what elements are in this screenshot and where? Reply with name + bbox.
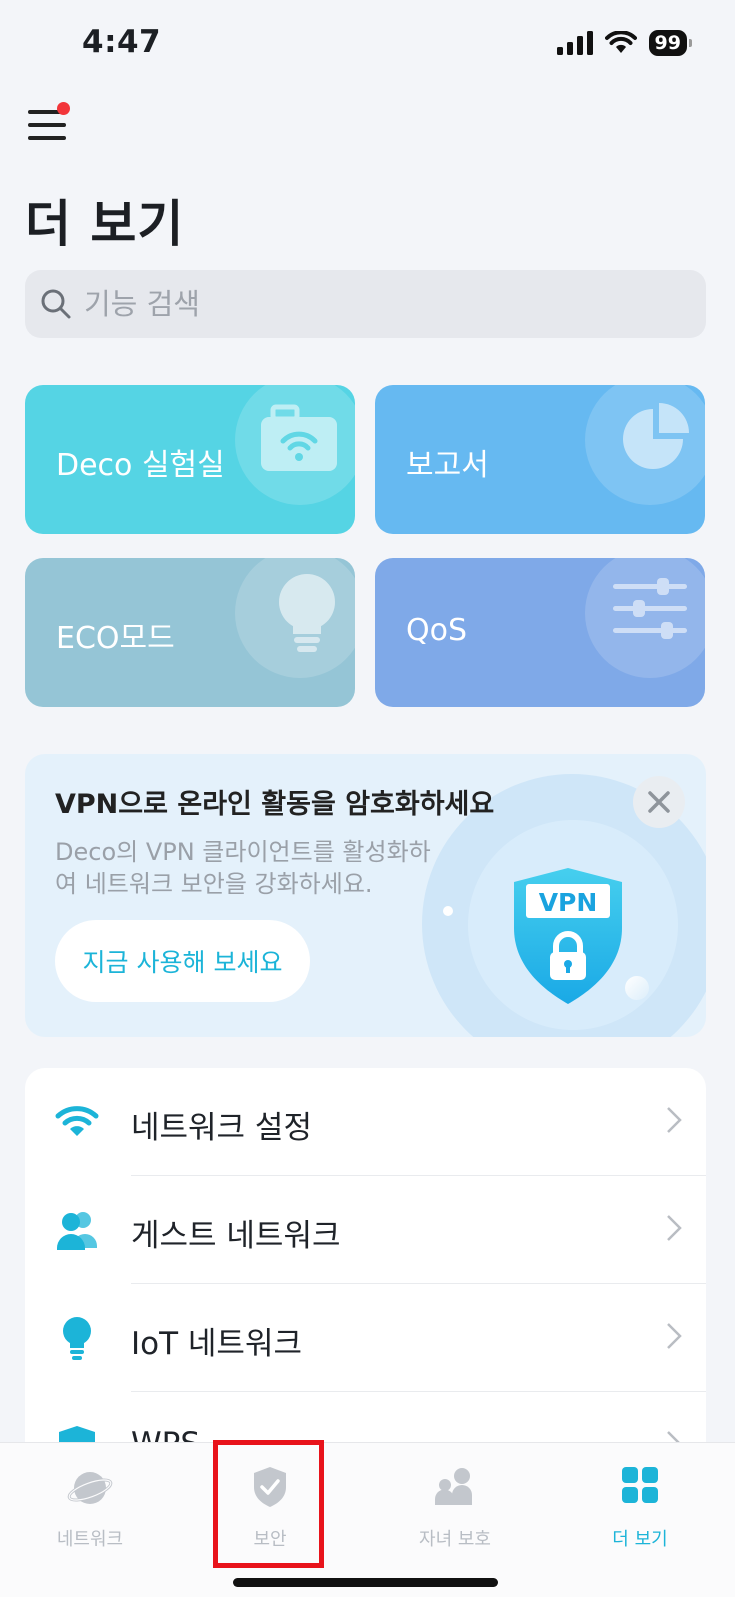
tab-label: 더 보기 — [612, 1529, 668, 1550]
vpn-shield-icon: VPN — [514, 868, 622, 1004]
vpn-description-line: Deco의 VPN 클라이언트를 활성화하 — [55, 838, 431, 866]
list-item-label: 게스트 네트워크 — [131, 1218, 341, 1254]
card-deco-lab[interactable]: Deco 실험실 — [25, 385, 355, 534]
card-qos[interactable]: QoS — [375, 558, 705, 707]
tab-parental-controls[interactable]: 자녀 보호 — [365, 1443, 545, 1597]
lightbulb-icon — [279, 574, 335, 652]
chevron-right-icon — [667, 1215, 682, 1241]
wifi-status-icon — [604, 31, 637, 53]
notification-dot — [57, 102, 70, 115]
tab-label: 자녀 보호 — [419, 1529, 491, 1550]
home-indicator — [233, 1578, 498, 1587]
list-item-network-settings[interactable]: 네트워크 설정 — [25, 1068, 706, 1176]
status-icons: 99 — [556, 30, 693, 56]
search-icon — [41, 289, 71, 319]
grid-icon — [622, 1467, 658, 1503]
planet-icon — [67, 1472, 113, 1504]
tab-label: 네트워크 — [56, 1529, 124, 1550]
cellular-signal-icon — [556, 31, 593, 55]
status-time: 4:47 — [82, 24, 162, 60]
search-input[interactable] — [82, 286, 646, 322]
list-item-guest-network[interactable]: 게스트 네트워크 — [25, 1176, 706, 1284]
menu-button[interactable] — [28, 102, 70, 142]
vpn-title: VPN으로 온라인 활동을 암호화하세요 — [55, 789, 495, 820]
chevron-right-icon — [667, 1323, 682, 1349]
search-bar[interactable] — [25, 270, 706, 338]
battery-indicator: 99 — [648, 30, 693, 56]
close-banner-button[interactable] — [633, 776, 685, 828]
page-title: 더 보기 — [25, 195, 185, 253]
sliders-icon — [613, 578, 687, 639]
bottom-tab-bar: 네트워크 보안 자녀 보호 더 보기 — [0, 1442, 735, 1597]
card-label: ECO모드 — [56, 621, 175, 656]
list-item-label: IoT 네트워크 — [131, 1326, 302, 1362]
card-label: Deco 실험실 — [56, 448, 225, 483]
toolbox-wifi-icon — [261, 404, 337, 471]
card-eco-mode[interactable]: ECO모드 — [25, 558, 355, 707]
pie-chart-icon — [623, 403, 689, 469]
chevron-right-icon — [667, 1107, 682, 1133]
wifi-icon — [55, 1106, 99, 1136]
guests-icon — [57, 1212, 97, 1250]
try-now-button[interactable]: 지금 사용해 보세요 — [55, 920, 310, 1002]
close-icon — [648, 791, 670, 813]
card-label: QoS — [406, 613, 468, 648]
card-label: 보고서 — [406, 448, 489, 483]
card-report[interactable]: 보고서 — [375, 385, 705, 534]
list-item-label: 네트워크 설정 — [131, 1110, 312, 1146]
vpn-badge-text: VPN — [539, 888, 598, 917]
vpn-description: Deco의 VPN 클라이언트를 활성화하 여 네트워크 보안을 강화하세요. — [55, 836, 455, 900]
tab-network[interactable]: 네트워크 — [0, 1443, 180, 1597]
list-item-iot-network[interactable]: IoT 네트워크 — [25, 1284, 706, 1392]
tab-more[interactable]: 더 보기 — [550, 1443, 730, 1597]
highlight-box — [213, 1440, 324, 1568]
settings-list: 네트워크 설정 게스트 네트워크 IoT 네트워크 — [25, 1068, 706, 1488]
vpn-description-line: 여 네트워크 보안을 강화하세요. — [55, 870, 373, 898]
lightbulb-icon — [63, 1317, 91, 1360]
vpn-promo-banner: VPN VPN으로 온라인 활동을 암호화하세요 Deco의 VPN 클라이언트… — [25, 754, 706, 1037]
family-icon — [435, 1468, 472, 1505]
